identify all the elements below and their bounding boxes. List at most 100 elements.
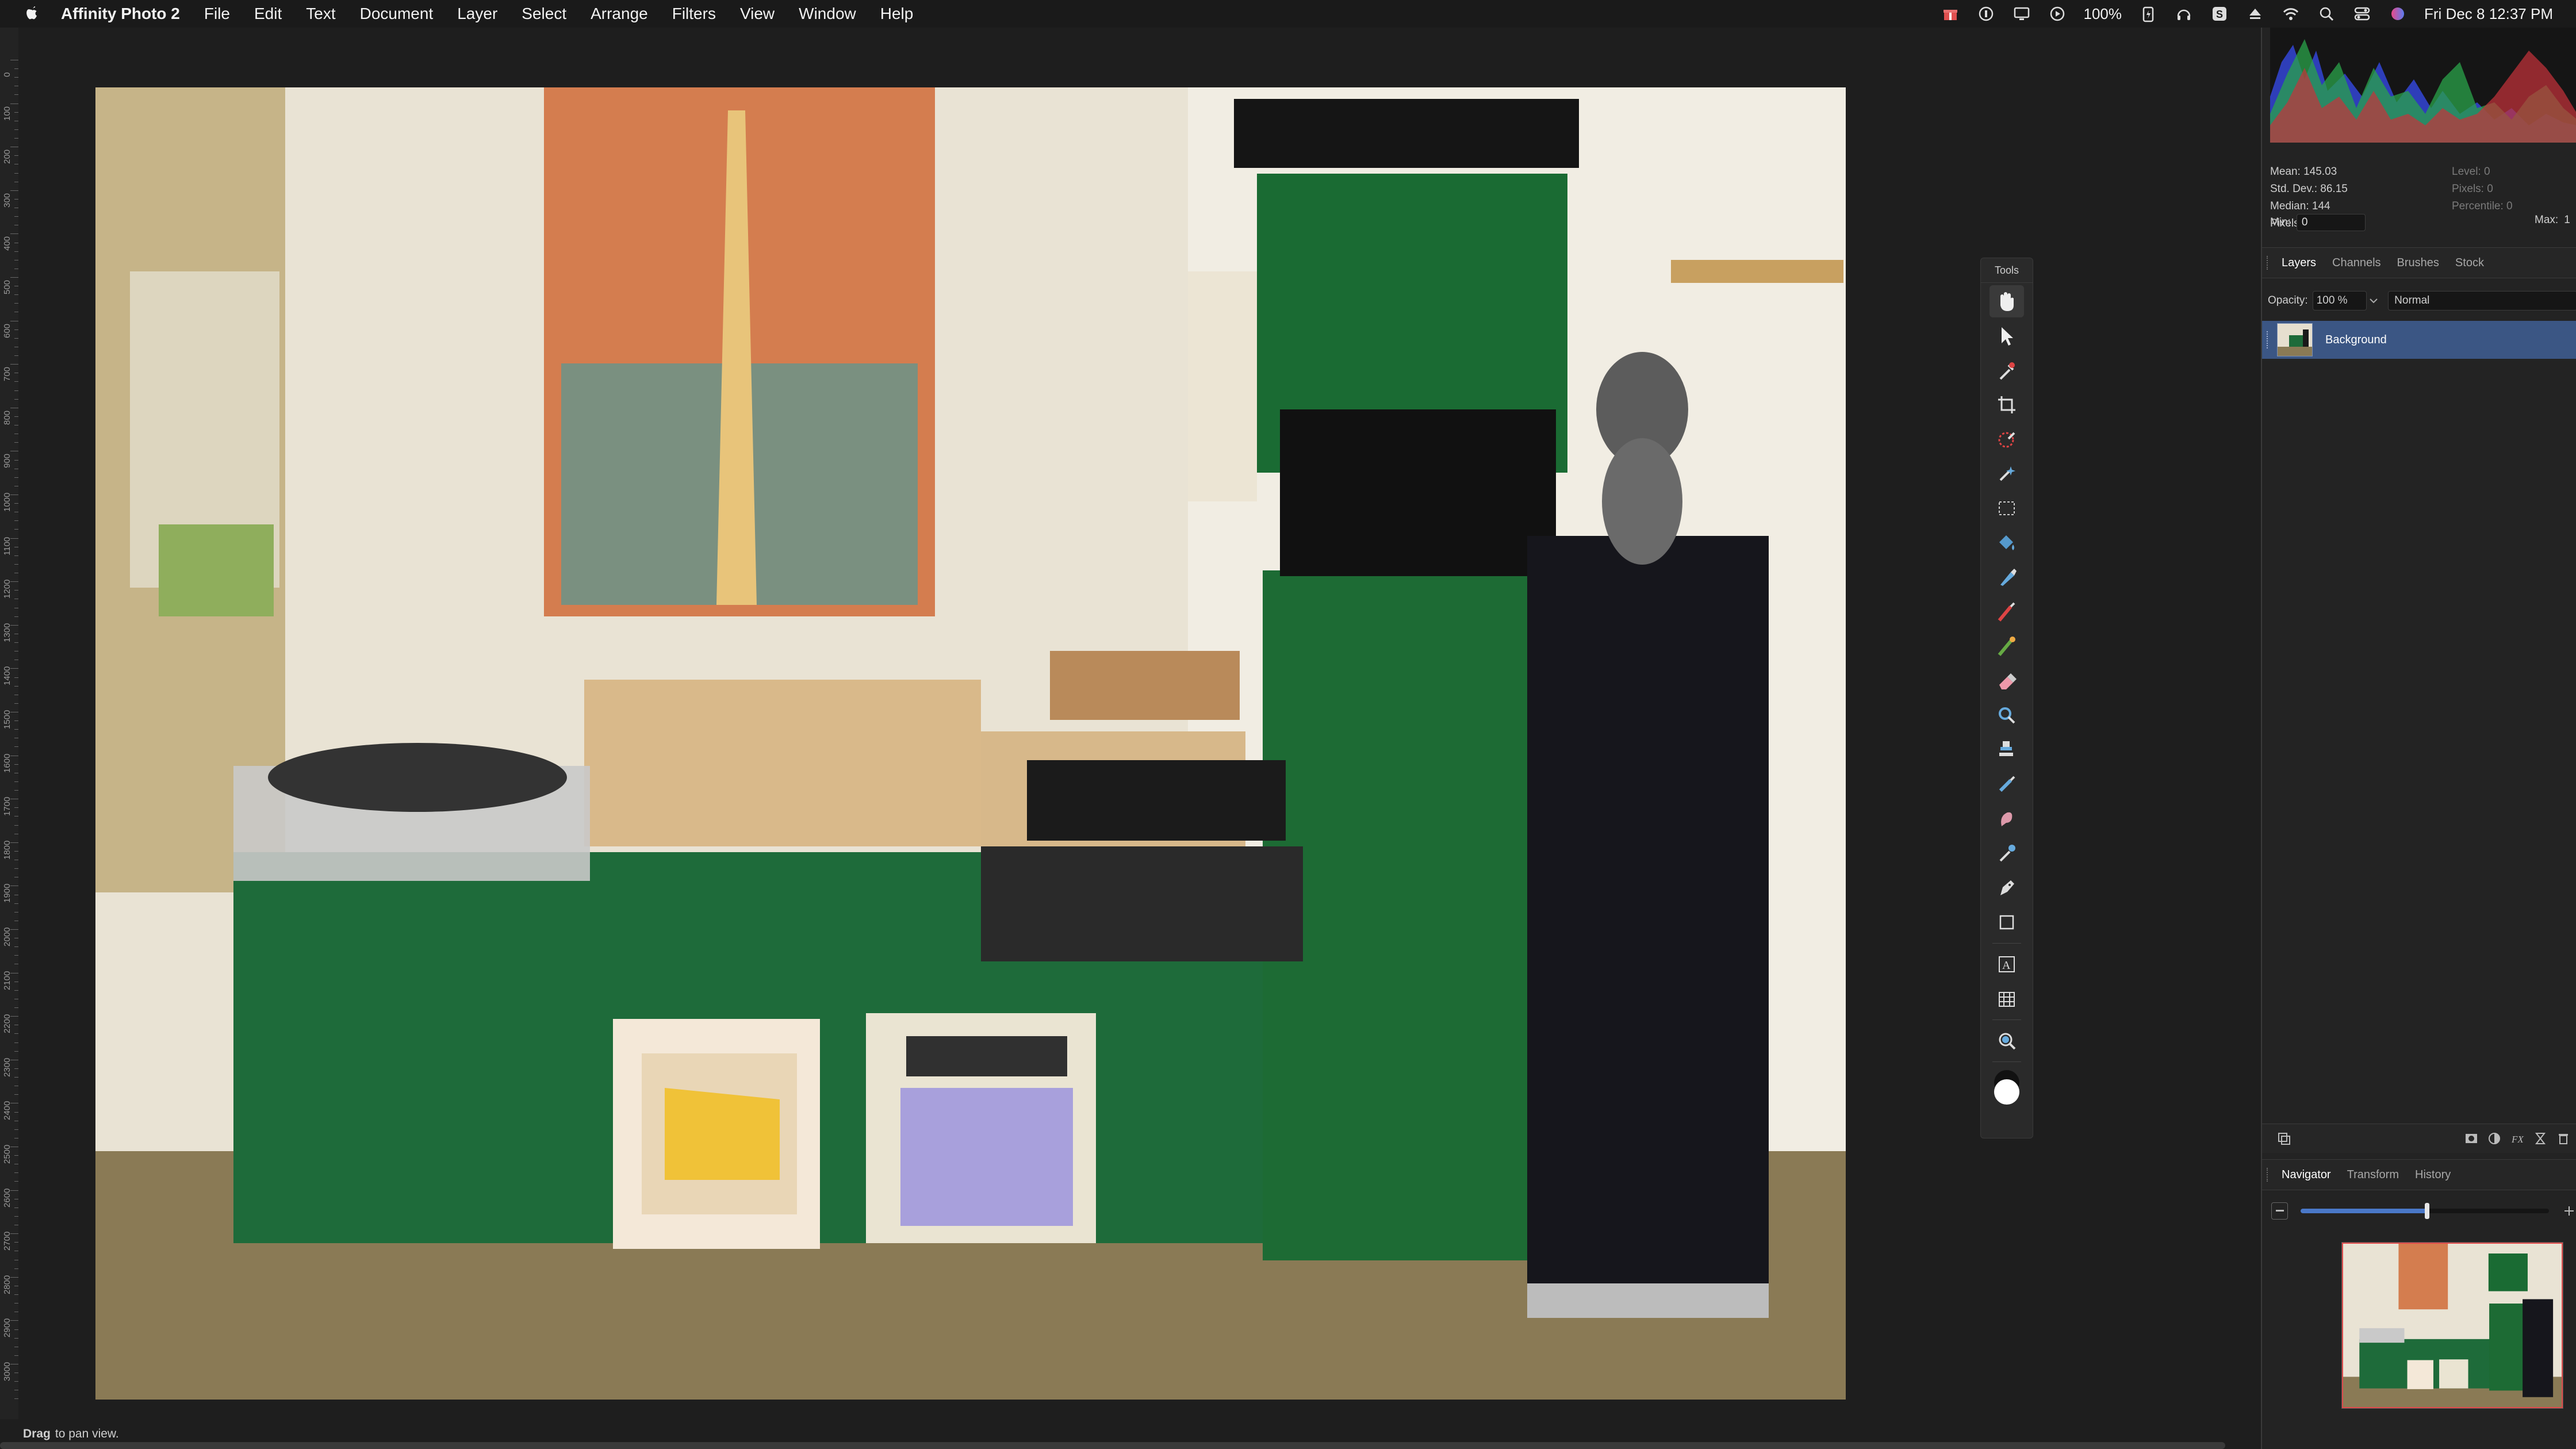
ruler-tick <box>14 703 18 704</box>
ruler-tick <box>14 1155 18 1156</box>
delete-layer-icon[interactable] <box>2552 1127 2575 1150</box>
min-field[interactable]: 0 <box>2296 214 2366 231</box>
ruler-label: 2900 <box>2 1318 12 1338</box>
menu-filters[interactable]: Filters <box>672 5 716 23</box>
panel-grip-icon[interactable] <box>2267 1168 2274 1182</box>
mask-layer-icon[interactable] <box>2460 1127 2483 1150</box>
fx-icon[interactable]: FX <box>2506 1127 2529 1150</box>
horizontal-scrollbar[interactable] <box>0 1442 2225 1449</box>
password-icon[interactable] <box>1977 5 1995 23</box>
rectangle-icon[interactable] <box>1989 906 2024 938</box>
panel-grip-icon[interactable] <box>2267 256 2274 270</box>
ruler-label: 1000 <box>2 492 12 512</box>
menu-file[interactable]: File <box>204 5 230 23</box>
gift-icon[interactable] <box>1941 5 1960 23</box>
opacity-row: Opacity: 100 % Normal <box>2262 286 2576 315</box>
text-icon[interactable]: A <box>1989 948 2024 980</box>
pen-icon[interactable] <box>1989 872 2024 904</box>
dodge-icon[interactable] <box>1989 699 2024 731</box>
brush-icon[interactable] <box>1989 561 2024 593</box>
menu-layer[interactable]: Layer <box>457 5 497 23</box>
paint-bucket-icon[interactable] <box>1989 527 2024 559</box>
opacity-field[interactable]: 100 % <box>2312 291 2367 310</box>
erase-icon[interactable] <box>1989 665 2024 697</box>
layer-row-background[interactable]: Background <box>2262 321 2576 359</box>
blemish-icon[interactable] <box>1989 837 2024 869</box>
ruler-label: 1900 <box>2 884 12 903</box>
battery-icon[interactable] <box>2139 5 2157 23</box>
ruler-tick <box>14 94 18 95</box>
control-center-icon[interactable] <box>2353 5 2371 23</box>
histogram <box>2270 28 2576 143</box>
tools-separator <box>1992 1061 2021 1062</box>
tab-brushes[interactable]: Brushes <box>2389 256 2447 270</box>
zoom-out-icon[interactable] <box>2271 1202 2288 1220</box>
siri-icon[interactable] <box>2389 5 2407 23</box>
navigator-view-rect[interactable] <box>2342 1243 2563 1408</box>
upload-icon[interactable] <box>2246 5 2264 23</box>
ruler-tick <box>14 1077 18 1078</box>
menu-document[interactable]: Document <box>360 5 434 23</box>
navigator-thumbnail[interactable] <box>2341 1242 2563 1409</box>
search-icon[interactable] <box>2317 5 2336 23</box>
mesh-warp-icon[interactable] <box>1989 983 2024 1015</box>
vertical-ruler[interactable]: 0 100 200 300 400 500 600 700 800 900 1000 1100 1200… <box>0 28 19 1419</box>
play-icon[interactable] <box>2048 5 2067 23</box>
menu-help[interactable]: Help <box>880 5 914 23</box>
selection-brush-icon[interactable] <box>1989 423 2024 455</box>
crop-icon[interactable] <box>1989 389 2024 421</box>
paint-brush-icon[interactable] <box>1989 596 2024 628</box>
status-bold: Drag <box>23 1427 51 1440</box>
apple-icon[interactable] <box>22 2 43 25</box>
clock[interactable]: Fri Dec 8 12:37 PM <box>2424 5 2553 23</box>
zoom-slider[interactable] <box>2301 1203 2549 1219</box>
color-picker-icon[interactable] <box>1989 354 2024 386</box>
menu-text[interactable]: Text <box>306 5 335 23</box>
blend-mode-select[interactable]: Normal <box>2388 291 2576 310</box>
tab-transform[interactable]: Transform <box>2339 1168 2407 1182</box>
marquee-icon[interactable] <box>1989 492 2024 524</box>
tab-stock[interactable]: Stock <box>2447 256 2492 270</box>
zoom-in-icon[interactable] <box>2562 1203 2576 1219</box>
menu-edit[interactable]: Edit <box>254 5 282 23</box>
ruler-tick <box>14 338 18 339</box>
live-filter-icon[interactable] <box>2529 1127 2552 1150</box>
wifi-icon[interactable] <box>2282 5 2300 23</box>
ruler-tick <box>14 590 18 591</box>
healing-icon[interactable] <box>1989 768 2024 800</box>
adjustment-icon[interactable] <box>2483 1127 2506 1150</box>
s-app-icon[interactable]: S <box>2210 5 2229 23</box>
menu-view[interactable]: View <box>740 5 775 23</box>
hand-tool-icon[interactable] <box>1989 285 2024 317</box>
max-field[interactable]: 1 <box>2564 214 2570 227</box>
menu-select[interactable]: Select <box>522 5 566 23</box>
menu-window[interactable]: Window <box>799 5 856 23</box>
layer-options-icon[interactable] <box>2272 1127 2295 1150</box>
move-tool-icon[interactable] <box>1989 320 2024 352</box>
document-photo[interactable] <box>95 87 1846 1400</box>
svg-text:FX: FX <box>2511 1134 2524 1145</box>
display-icon[interactable] <box>2012 5 2031 23</box>
tab-layers[interactable]: Layers <box>2274 256 2324 270</box>
tab-history[interactable]: History <box>2407 1168 2459 1182</box>
zoom-slider-knob[interactable] <box>2425 1203 2430 1219</box>
headphones-icon[interactable] <box>2175 5 2193 23</box>
chevron-down-icon[interactable] <box>2367 292 2380 310</box>
ruler-label: 2400 <box>2 1101 12 1121</box>
tab-navigator[interactable]: Navigator <box>2274 1168 2339 1182</box>
layer-visibility-icon[interactable] <box>2267 331 2275 348</box>
ruler-tick <box>14 503 18 504</box>
clone-icon[interactable] <box>1989 734 2024 766</box>
app-name[interactable]: Affinity Photo 2 <box>61 5 180 23</box>
smudge-icon[interactable] <box>1989 803 2024 835</box>
tab-channels[interactable]: Channels <box>2324 256 2389 270</box>
canvas-area[interactable] <box>18 28 2261 1419</box>
foreground-color-swatch[interactable] <box>1989 1067 2024 1107</box>
menu-arrange[interactable]: Arrange <box>591 5 648 23</box>
zoom-icon[interactable] <box>1989 1025 2024 1057</box>
color-replace-icon[interactable] <box>1989 630 2024 662</box>
flood-select-icon[interactable] <box>1989 458 2024 490</box>
ruler-tick <box>14 825 18 826</box>
ruler-tick <box>14 1181 18 1182</box>
layer-name[interactable]: Background <box>2325 334 2387 347</box>
